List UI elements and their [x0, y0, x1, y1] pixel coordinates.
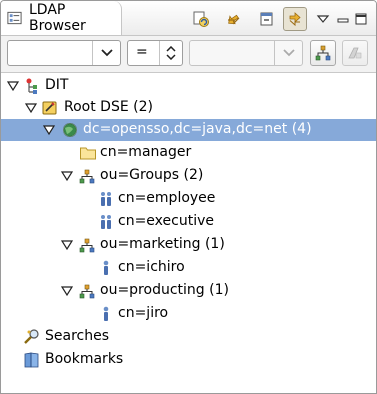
link-toggle-button[interactable] — [283, 7, 307, 31]
chevron-down-icon — [100, 49, 113, 57]
tree-item-groups[interactable]: ou=Groups (2) — [1, 165, 376, 187]
tree-item-marketing[interactable]: ou=marketing (1) — [1, 234, 376, 256]
collapse-all-icon — [260, 12, 273, 26]
dit-icon — [26, 78, 37, 94]
tree-item-searches[interactable]: Searches — [1, 326, 376, 348]
minimize-icon — [337, 18, 349, 23]
expand-toggle-icon[interactable] — [43, 124, 55, 136]
attribute-combo[interactable] — [7, 40, 121, 66]
spinner-icon — [166, 46, 176, 60]
apply-filter-button[interactable] — [310, 40, 336, 66]
group-icon — [101, 192, 111, 206]
tree-item-label: cn=employee — [118, 190, 216, 206]
tree-item-producting[interactable]: ou=producting (1) — [1, 280, 376, 302]
tree-item-label: cn=ichiro — [118, 259, 185, 275]
tree-item-label: cn=executive — [118, 213, 214, 229]
tree-item-base-dn[interactable]: dc=opensso,dc=java,dc=net (4) — [1, 119, 376, 141]
value-combo[interactable] — [189, 40, 303, 66]
ldap-browser-tab[interactable]: LDAP Browser — [1, 1, 122, 35]
org-unit-icon — [79, 169, 95, 184]
root-dse-icon — [42, 101, 57, 115]
view-menu-icon — [316, 15, 330, 23]
tree-item-ichiro[interactable]: cn=ichiro — [1, 257, 376, 279]
filter-bar: = — [1, 36, 376, 73]
chevron-down-icon — [282, 49, 295, 57]
tree-item-employee[interactable]: cn=employee — [1, 188, 376, 210]
operator-value: = — [136, 44, 148, 60]
view-title-bar: LDAP Browser — [1, 1, 376, 36]
person-icon — [103, 260, 109, 275]
tree-item-dit[interactable]: DIT — [1, 75, 376, 97]
expand-toggle-icon[interactable] — [7, 80, 19, 92]
clear-filter-button[interactable] — [342, 40, 368, 66]
org-unit-icon — [79, 284, 95, 299]
tree-item-label: Root DSE (2) — [64, 99, 153, 115]
view-title: LDAP Browser — [28, 2, 86, 34]
tree-item-bookmarks[interactable]: Bookmarks — [1, 349, 376, 371]
tree-item-label: dc=opensso,dc=java,dc=net (4) — [83, 121, 312, 137]
collapse-all-button[interactable] — [255, 7, 279, 31]
tree-item-executive[interactable]: cn=executive — [1, 211, 376, 233]
tree-item-label: ou=Groups (2) — [100, 167, 204, 183]
operator-combo[interactable]: = — [127, 40, 183, 66]
ldap-browser-icon — [7, 11, 22, 25]
person-icon — [103, 306, 109, 321]
tree-item-label: DIT — [45, 77, 69, 93]
globe-icon — [63, 123, 77, 137]
filter-tree-icon — [315, 45, 331, 61]
tree-item-manager[interactable]: cn=manager — [1, 142, 376, 164]
link-icon — [289, 12, 301, 27]
folder-icon — [80, 147, 96, 160]
expand-toggle-icon[interactable] — [61, 239, 73, 251]
tree-item-label: ou=producting (1) — [100, 282, 229, 298]
clear-filter-icon — [348, 47, 362, 59]
tree-item-jiro[interactable]: cn=jiro — [1, 303, 376, 325]
group-icon — [101, 215, 111, 229]
link-with-editor-icon — [228, 14, 240, 25]
maximize-icon — [355, 13, 367, 25]
tree-item-label: Bookmarks — [45, 351, 124, 367]
expand-toggle-icon[interactable] — [25, 102, 37, 114]
ldap-browser-view: LDAP Browser = DIT Root DSE (2) dc=opens… — [0, 0, 377, 394]
org-unit-icon — [79, 238, 95, 253]
expand-toggle-icon[interactable] — [61, 170, 73, 182]
tree-item-label: cn=jiro — [118, 305, 169, 321]
tree-item-root-dse[interactable]: Root DSE (2) — [1, 97, 376, 119]
maximize-button[interactable] — [349, 7, 373, 31]
link-with-editor-button[interactable] — [221, 7, 245, 31]
tree-item-label: cn=manager — [100, 144, 192, 160]
refresh-button[interactable] — [189, 7, 213, 31]
refresh-icon — [193, 11, 209, 27]
tree-item-label: Searches — [45, 328, 110, 344]
bookmarks-icon — [24, 352, 39, 368]
expand-toggle-icon[interactable] — [61, 285, 73, 297]
tree-item-label: ou=marketing (1) — [100, 236, 225, 252]
searches-icon — [24, 329, 39, 344]
